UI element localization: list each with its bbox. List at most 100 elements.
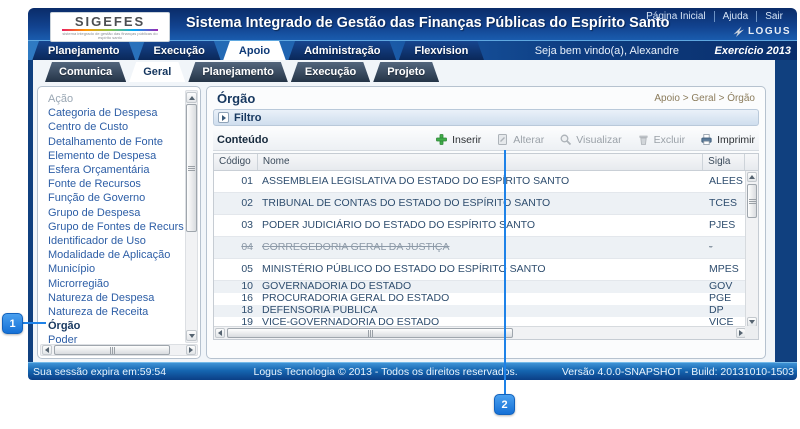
welcome-message: Seja bem vindo(a), Alexandre xyxy=(535,41,679,61)
col-header-nome[interactable]: Nome xyxy=(258,154,703,170)
printer-icon xyxy=(700,133,713,146)
tab-apoio[interactable]: Apoio xyxy=(223,41,286,61)
table-vscroll-thumb[interactable] xyxy=(747,184,757,218)
print-button[interactable]: Imprimir xyxy=(700,133,755,146)
sidebar-item-centro-de-custo[interactable]: Centro de Custo xyxy=(48,120,184,134)
sidebar-item-detalhamento-de-fonte[interactable]: Detalhamento de Fonte xyxy=(48,135,184,149)
scroll-down-icon[interactable] xyxy=(186,330,197,341)
sidebar-item-natureza-de-receita[interactable]: Natureza de Receita xyxy=(48,305,184,319)
subtab-execucao[interactable]: Execução xyxy=(291,62,370,82)
sidebar-item-microrregiao[interactable]: Microrregião xyxy=(48,277,184,291)
sidebar-item-grupo-de-fontes-de-recursos[interactable]: Grupo de Fontes de Recursos xyxy=(48,220,184,234)
scroll-up-icon[interactable] xyxy=(747,172,757,182)
sidebar-item-elemento-de-despesa[interactable]: Elemento de Despesa xyxy=(48,149,184,163)
view-button[interactable]: Visualizar xyxy=(559,133,621,146)
cell-sigla: ALEES xyxy=(705,171,747,192)
sidebar-item-poder[interactable]: Poder xyxy=(48,333,184,344)
status-bar: Sua sessão expira em:59:54 Logus Tecnolo… xyxy=(28,362,797,380)
filter-expand-icon[interactable] xyxy=(218,112,229,123)
insert-button-label: Inserir xyxy=(452,134,481,146)
sidebar-vscroll-thumb[interactable] xyxy=(186,104,197,232)
subtab-comunica[interactable]: Comunica xyxy=(45,62,126,82)
link-logout[interactable]: Sair xyxy=(756,11,791,22)
sidebar-item-acao[interactable]: Ação xyxy=(48,92,184,106)
table-rows: 01 ASSEMBLEIA LEGISLATIVA DO ESTADO DO E… xyxy=(214,171,747,328)
sidebar-item-identificador-de-uso[interactable]: Identificador de Uso xyxy=(48,234,184,248)
col-header-codigo[interactable]: Código xyxy=(214,154,258,170)
logus-brand: LOGUS xyxy=(732,25,791,38)
sidebar-vertical-scrollbar[interactable] xyxy=(185,90,198,343)
exercise-year: Exercício 2013 xyxy=(715,41,791,61)
sidebar-menu: Ação Categoria de Despesa Centro de Cust… xyxy=(37,86,201,359)
sidebar-item-fonte-de-recursos[interactable]: Fonte de Recursos xyxy=(48,177,184,191)
cell-sigla: - xyxy=(705,237,747,258)
body-area: Comunica Geral Planejamento Execução Pro… xyxy=(28,60,797,362)
content-label: Conteúdo xyxy=(213,134,435,146)
table-horizontal-scrollbar[interactable] xyxy=(214,326,747,339)
sidebar-item-municipio[interactable]: Município xyxy=(48,262,184,276)
table-row[interactable]: 16 PROCURADORIA GERAL DO ESTADO PGE xyxy=(214,293,747,305)
tab-administracao[interactable]: Administração xyxy=(288,41,396,61)
scroll-right-icon[interactable] xyxy=(186,345,196,355)
print-button-label: Imprimir xyxy=(717,134,755,146)
sidebar-item-orgao[interactable]: Órgão xyxy=(48,319,184,333)
sub-nav-tabs: Comunica Geral Planejamento Execução Pro… xyxy=(45,62,439,82)
sidebar-horizontal-scrollbar[interactable] xyxy=(40,344,198,356)
cell-codigo: 02 xyxy=(214,193,258,214)
cell-codigo: 01 xyxy=(214,171,258,192)
sigefes-logo-tagline: sistema integrado de gestão das finanças… xyxy=(60,32,160,40)
tab-planejamento[interactable]: Planejamento xyxy=(32,41,136,61)
table-row[interactable]: 02 TRIBUNAL DE CONTAS DO ESTADO DO ESPÍR… xyxy=(214,193,747,215)
subtab-projeto[interactable]: Projeto xyxy=(373,62,439,82)
link-help[interactable]: Ajuda xyxy=(714,11,757,22)
table-hscroll-thumb[interactable] xyxy=(227,328,513,338)
plus-icon xyxy=(435,133,448,146)
col-header-sigla[interactable]: Sigla xyxy=(703,154,745,170)
table-row[interactable]: 03 PODER JUDICIÁRIO DO ESTADO DO ESPÍRIT… xyxy=(214,215,747,237)
subtab-geral[interactable]: Geral xyxy=(129,62,185,82)
edit-button-label: Alterar xyxy=(513,134,544,146)
sidebar-list: Ação Categoria de Despesa Centro de Cust… xyxy=(39,90,184,344)
table-vertical-scrollbar[interactable] xyxy=(745,171,758,328)
insert-button[interactable]: Inserir xyxy=(435,133,481,146)
main-nav-tabs: Planejamento Execução Apoio Administraçã… xyxy=(32,41,484,61)
cell-nome: PODER JUDICIÁRIO DO ESTADO DO ESPÍRITO S… xyxy=(258,215,705,236)
callout-badge-1: 1 xyxy=(2,313,23,334)
cell-nome: PROCURADORIA GERAL DO ESTADO xyxy=(258,293,705,305)
breadcrumb: Apoio > Geral > Órgão xyxy=(654,93,755,104)
scroll-up-icon[interactable] xyxy=(186,92,197,103)
cell-nome: GOVERNADORIA DO ESTADO xyxy=(258,281,705,293)
magnifier-icon xyxy=(559,133,572,146)
scroll-left-icon[interactable] xyxy=(42,345,52,355)
link-home[interactable]: Página Inicial xyxy=(638,11,713,22)
cell-nome: CORREGEDORIA GERAL DA JUSTIÇA xyxy=(258,237,705,258)
sidebar-item-funcao-de-governo[interactable]: Função de Governo xyxy=(48,191,184,205)
tab-execucao[interactable]: Execução xyxy=(138,41,221,61)
table-row[interactable]: 10 GOVERNADORIA DO ESTADO GOV xyxy=(214,281,747,293)
logus-brand-label: LOGUS xyxy=(748,26,791,37)
cell-sigla: PJES xyxy=(705,215,747,236)
scrollbar-corner xyxy=(745,326,758,339)
scroll-left-icon[interactable] xyxy=(215,328,225,338)
filter-bar[interactable]: Filtro xyxy=(213,109,759,126)
subtab-planejamento[interactable]: Planejamento xyxy=(188,62,288,82)
sidebar-hscroll-thumb[interactable] xyxy=(54,345,170,355)
logus-lightning-icon xyxy=(732,25,745,38)
table-row[interactable]: 18 DEFENSORIA PÚBLICA DP xyxy=(214,305,747,317)
col-header-filler xyxy=(745,154,758,170)
sidebar-item-esfera-orcamentaria[interactable]: Esfera Orçamentária xyxy=(48,163,184,177)
table-row-deleted[interactable]: 04 CORREGEDORIA GERAL DA JUSTIÇA - xyxy=(214,237,747,259)
cell-nome: DEFENSORIA PÚBLICA xyxy=(258,305,705,317)
delete-button-label: Excluir xyxy=(654,134,686,146)
sidebar-item-natureza-de-despesa[interactable]: Natureza de Despesa xyxy=(48,291,184,305)
sidebar-item-modalidade-de-aplicacao[interactable]: Modalidade de Aplicação xyxy=(48,248,184,262)
table-row[interactable]: 01 ASSEMBLEIA LEGISLATIVA DO ESTADO DO E… xyxy=(214,171,747,193)
tab-flexvision[interactable]: Flexvision xyxy=(399,41,485,61)
cell-nome: MINISTÉRIO PÚBLICO DO ESTADO DO ESPÍRITO… xyxy=(258,259,705,280)
delete-button[interactable]: Excluir xyxy=(637,133,686,146)
edit-button[interactable]: Alterar xyxy=(496,133,544,146)
sidebar-item-grupo-de-despesa[interactable]: Grupo de Despesa xyxy=(48,206,184,220)
sidebar-item-categoria-de-despesa[interactable]: Categoria de Despesa xyxy=(48,106,184,120)
page-edit-icon xyxy=(496,133,509,146)
table-row[interactable]: 05 MINISTÉRIO PÚBLICO DO ESTADO DO ESPÍR… xyxy=(214,259,747,281)
